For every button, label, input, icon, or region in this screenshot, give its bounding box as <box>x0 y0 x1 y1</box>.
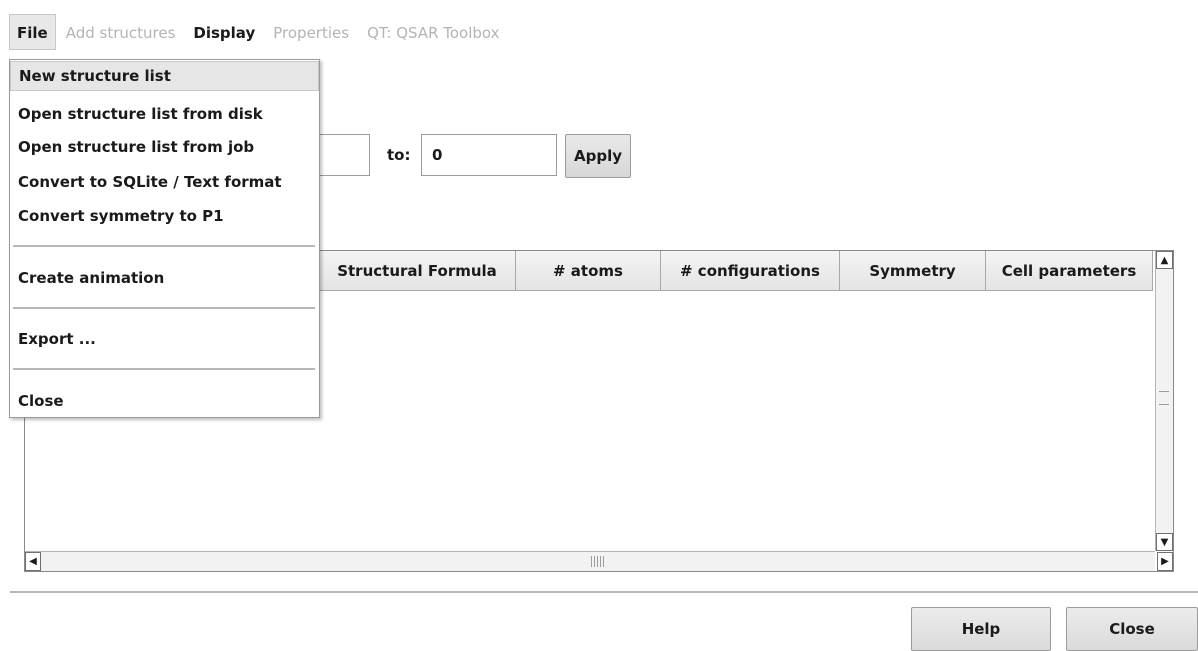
scroll-up-icon[interactable]: ▲ <box>1156 251 1173 269</box>
menu-separator <box>13 368 315 370</box>
menu-display[interactable]: Display <box>185 14 263 50</box>
menu-item-export[interactable]: Export ... <box>10 324 319 354</box>
help-button[interactable]: Help <box>911 607 1051 651</box>
scroll-down-icon[interactable]: ▼ <box>1156 533 1173 551</box>
scroll-left-icon[interactable]: ◀ <box>25 552 41 571</box>
menu-qt-qsar-toolbox[interactable]: QT: QSAR Toolbox <box>359 14 507 50</box>
menu-properties[interactable]: Properties <box>265 14 357 50</box>
column-header-configurations[interactable]: # configurations <box>661 251 840 291</box>
column-header-symmetry[interactable]: Symmetry <box>840 251 986 291</box>
column-header-cell-parameters[interactable]: Cell parameters <box>986 251 1153 291</box>
menu-item-open-from-job[interactable]: Open structure list from job <box>10 132 319 162</box>
menu-item-open-from-disk[interactable]: Open structure list from disk <box>10 99 319 129</box>
menu-separator <box>13 307 315 309</box>
scroll-grip-icon[interactable] <box>1159 391 1169 405</box>
footer-divider <box>10 591 1198 593</box>
range-to-label: to: <box>387 146 411 164</box>
menu-item-create-animation[interactable]: Create animation <box>10 263 319 293</box>
menu-file[interactable]: File <box>9 14 56 50</box>
file-menu-dropdown: New structure list Open structure list f… <box>9 59 320 418</box>
vertical-scrollbar[interactable]: ▲ ▼ <box>1155 251 1173 551</box>
menu-item-convert-symmetry-p1[interactable]: Convert symmetry to P1 <box>10 201 319 231</box>
close-button[interactable]: Close <box>1066 607 1198 651</box>
horizontal-scrollbar[interactable]: ◀ ▶ <box>25 551 1173 571</box>
menu-item-convert-sqlite-text[interactable]: Convert to SQLite / Text format <box>10 167 319 197</box>
column-header-structural-formula[interactable]: Structural Formula <box>319 251 516 291</box>
scroll-grip-icon[interactable] <box>591 556 605 567</box>
range-to-input[interactable]: 0 <box>421 134 557 176</box>
column-header-atoms[interactable]: # atoms <box>516 251 661 291</box>
menu-item-close[interactable]: Close <box>10 386 319 416</box>
scroll-right-icon[interactable]: ▶ <box>1157 552 1173 571</box>
apply-button[interactable]: Apply <box>565 134 631 178</box>
menu-item-new-structure-list[interactable]: New structure list <box>10 61 319 91</box>
menu-bar: File Add structures Display Properties Q… <box>0 0 1198 50</box>
menu-add-structures[interactable]: Add structures <box>58 14 184 50</box>
menu-separator <box>13 245 315 247</box>
